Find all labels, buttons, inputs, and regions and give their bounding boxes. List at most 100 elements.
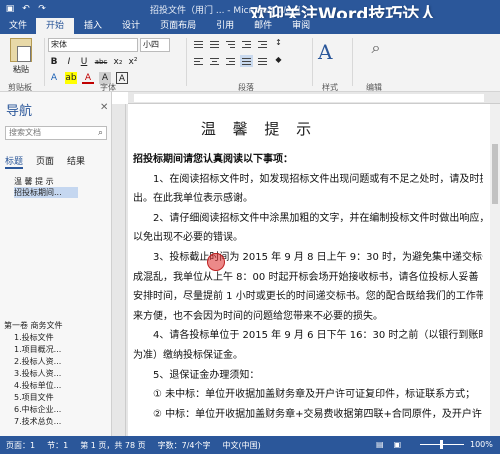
nav-heading-item[interactable]: 6.中标企业... xyxy=(4,404,63,415)
nav-heading-item[interactable]: 7.技术总负... xyxy=(4,416,63,427)
text-effects-button[interactable]: A xyxy=(48,72,60,84)
nav-heading-item[interactable]: 温 馨 提 示 xyxy=(14,176,78,187)
status-section[interactable]: 节：1 xyxy=(47,440,68,451)
search-icon[interactable]: ⌕ xyxy=(98,127,103,139)
separator xyxy=(186,38,187,86)
find-icon: ⌕ xyxy=(371,38,381,57)
horizontal-ruler[interactable] xyxy=(128,92,500,104)
ribbon-tabs: 文件 开始 插入 设计 页面布局 引用 邮件 审阅 xyxy=(0,18,500,34)
paragraph-group: ↕ ◆ xyxy=(192,38,285,72)
nav-heading-item[interactable]: 5.项目文件 xyxy=(4,392,63,403)
multilevel-list-icon[interactable] xyxy=(224,38,237,50)
document-line: 出。在此我单位表示感谢。 xyxy=(133,193,253,205)
nav-heading-item[interactable]: 1.投标文件 xyxy=(4,332,63,343)
document-line: 成混乱，我单位从上午 8：00 时起开标会场开始接收标书，请各位投标人妥善 xyxy=(133,271,479,283)
line-spacing-icon[interactable] xyxy=(256,55,269,67)
title-bar: ▣ ↶ ↷ 招投文件（用门 ... - Microsoft Word 欢迎关注W… xyxy=(0,0,500,25)
save-icon[interactable]: ▣ xyxy=(4,3,16,15)
status-language[interactable]: 中文(中国) xyxy=(223,440,261,451)
status-page[interactable]: 页面：1 xyxy=(6,440,35,451)
shading-icon[interactable]: ◆ xyxy=(272,55,285,67)
highlight-button[interactable]: ab xyxy=(65,72,77,84)
read-mode-icon[interactable]: ▤ xyxy=(376,440,384,449)
document-line: ① 未中标：单位开收据加盖财务章及开户许可证复印件，标证联系方式； xyxy=(133,389,476,401)
status-bar: 页面：1 节：1 第 1 页，共 78 页 字数：7/4个字 中文(中国) ▤ … xyxy=(0,436,500,454)
document-line: 安排时间，尽量提前 1 小时或更长的时间递交标书。您的配合既给我们的工作带 xyxy=(133,291,483,303)
status-word-count[interactable]: 字数：7/4个字 xyxy=(158,440,211,451)
align-right-icon[interactable] xyxy=(224,55,237,67)
nav-heading-item[interactable]: 第一卷 商务文件 xyxy=(4,320,63,331)
zoom-level[interactable]: 100% xyxy=(470,440,493,449)
vertical-scrollbar[interactable] xyxy=(490,104,500,436)
numbering-icon[interactable] xyxy=(208,38,221,50)
sort-icon[interactable]: ↕ xyxy=(272,38,285,50)
document-heading: 温 馨 提 示 xyxy=(200,120,318,138)
nav-heading-list: 温 馨 提 示 招投标期间... xyxy=(14,176,78,198)
decrease-indent-icon[interactable] xyxy=(240,38,253,50)
increase-indent-icon[interactable] xyxy=(256,38,269,50)
document-line: 5、退保证金办理须知： xyxy=(133,369,260,381)
nav-search-placeholder: 搜索文档 xyxy=(9,128,41,137)
tab-layout[interactable]: 页面布局 xyxy=(150,18,206,34)
close-icon[interactable]: ✕ xyxy=(100,102,108,113)
document-body[interactable]: 招投标期间请您认真阅读以下事项： 1、在阅读招标文件时，如发现招标文件出现问题或… xyxy=(133,150,483,424)
nav-tab-headings[interactable]: 标题 xyxy=(5,154,24,169)
font-size-select[interactable]: 小四 xyxy=(140,38,170,52)
tab-home[interactable]: 开始 xyxy=(36,18,75,34)
bold-button[interactable]: B xyxy=(48,56,60,68)
quick-access-toolbar: ▣ ↶ ↷ xyxy=(4,3,48,15)
font-name-select[interactable]: 宋体 xyxy=(48,38,138,52)
print-layout-icon[interactable]: ▣ xyxy=(394,440,402,449)
document-line: ② 中标：单位开收据加盖财务章+交易费收据第四联+合同原件，及开户许 xyxy=(133,408,482,420)
tab-mailings[interactable]: 邮件 xyxy=(244,18,282,34)
char-border-button[interactable]: A xyxy=(116,72,128,84)
underline-button[interactable]: U xyxy=(78,56,90,68)
nav-outline-list: 第一卷 商务文件 1.投标文件 1.项目概况... 2.投标人资... 3.投标… xyxy=(4,320,63,428)
bullets-icon[interactable] xyxy=(192,38,205,50)
styles-button[interactable]: A xyxy=(318,40,346,68)
paste-icon xyxy=(10,38,32,62)
strikethrough-button[interactable]: abc xyxy=(93,56,109,68)
undo-icon[interactable]: ↶ xyxy=(20,3,32,15)
nav-title: 导航 xyxy=(6,104,33,119)
paste-label: 粘贴 xyxy=(13,65,29,74)
document-line: 为准）缴纳投标保证金。 xyxy=(133,349,243,361)
tab-review[interactable]: 审阅 xyxy=(282,18,320,34)
tab-references[interactable]: 引用 xyxy=(206,18,244,34)
ribbon: 粘贴 宋体 小四 B I U abc x₂ x² A ab A A A 剪贴板 … xyxy=(0,34,500,92)
nav-heading-item[interactable]: 1.项目概况... xyxy=(4,344,63,355)
italic-button[interactable]: I xyxy=(63,56,75,68)
scrollbar-thumb[interactable] xyxy=(492,144,498,204)
nav-tab-pages[interactable]: 页面 xyxy=(36,154,54,169)
document-line: 来方便，也不会因为时间的问题给您带来不必要的损失。 xyxy=(133,310,383,322)
tab-design[interactable]: 设计 xyxy=(112,18,150,34)
styles-icon: A xyxy=(318,40,333,64)
tab-file[interactable]: 文件 xyxy=(0,18,37,34)
align-center-icon[interactable] xyxy=(208,55,221,67)
vertical-ruler[interactable] xyxy=(112,104,126,436)
status-page-count[interactable]: 第 1 页，共 78 页 xyxy=(80,440,145,451)
separator xyxy=(44,38,45,86)
document-line: 1、在阅读招标文件时，如发现招标文件出现问题或有不足之处时，请及时提 xyxy=(133,173,483,185)
nav-heading-item[interactable]: 3.投标人资... xyxy=(4,368,63,379)
document-line: 以免出现不必要的错误。 xyxy=(133,232,243,244)
subscript-button[interactable]: x₂ xyxy=(112,56,124,68)
nav-heading-item[interactable]: 招投标期间... xyxy=(14,187,78,198)
nav-heading-item[interactable]: 4.投标单位... xyxy=(4,380,63,391)
nav-tab-results[interactable]: 结果 xyxy=(67,154,85,169)
font-color-button[interactable]: A xyxy=(82,72,94,84)
redo-icon[interactable]: ↷ xyxy=(36,3,48,15)
align-left-icon[interactable] xyxy=(192,55,205,67)
paste-button[interactable]: 粘贴 xyxy=(4,38,38,75)
zoom-slider-thumb[interactable] xyxy=(440,440,443,449)
font-color-row: A ab A A A xyxy=(48,72,128,84)
justify-icon[interactable] xyxy=(240,55,253,67)
document-line: 4、请各投标单位于 2015 年 9 月 6 日下午 16：30 时之前（以银行… xyxy=(133,330,483,342)
superscript-button[interactable]: x² xyxy=(127,56,139,68)
tab-insert[interactable]: 插入 xyxy=(74,18,112,34)
editing-button[interactable]: ⌕ xyxy=(360,38,392,58)
separator xyxy=(352,38,353,86)
separator xyxy=(312,38,313,86)
nav-heading-item[interactable]: 2.投标人资... xyxy=(4,356,63,367)
nav-search-input[interactable]: 搜索文档 ⌕ xyxy=(5,126,107,140)
